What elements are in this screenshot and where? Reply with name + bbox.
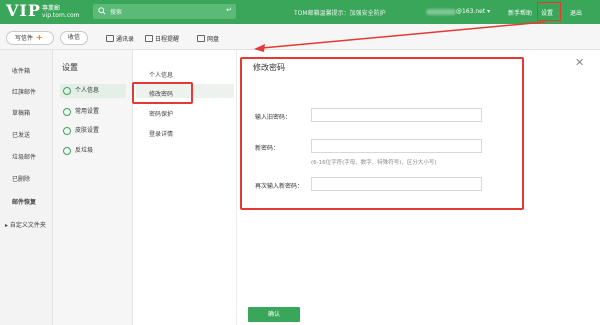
menu-anti-spam[interactable]: 反垃圾 xyxy=(60,144,126,158)
folder-custom[interactable]: ▸ 自定义文件夹 xyxy=(5,220,46,229)
vip-logo[interactable]: VIP 專業郵 vip.tom.com xyxy=(6,1,86,23)
folder-deleted[interactable]: 已删除 xyxy=(12,174,30,183)
close-icon[interactable]: ✕ xyxy=(575,56,584,69)
calendar-label: 日程提醒 xyxy=(155,36,180,43)
top-header: VIP 專業郵 vip.tom.com 搜索 ↵ TOM邮箱温馨提示：加强安全防… xyxy=(0,0,600,24)
header-notice[interactable]: TOM邮箱温馨提示：加强安全防护 xyxy=(294,8,386,17)
compose-button[interactable]: 写信件 + xyxy=(6,31,54,45)
contacts-label: 通讯录 xyxy=(116,36,135,43)
folder-flagged[interactable]: 红旗邮件 xyxy=(12,87,36,96)
account-suffix: @163.net ▾ xyxy=(456,8,491,15)
person-icon xyxy=(63,87,71,95)
folder-inbox[interactable]: 收件箱 xyxy=(12,66,30,75)
folder-recover[interactable]: 邮件恢复 xyxy=(12,197,36,206)
compose-label: 写信件 xyxy=(15,35,34,42)
shirt-icon xyxy=(63,127,71,135)
submenu-personal-info[interactable]: 个人信息 xyxy=(149,70,173,79)
shield-icon xyxy=(63,147,71,155)
folder-spam[interactable]: 垃圾邮件 xyxy=(12,152,36,161)
logo-cn-text: 專業郵 xyxy=(42,5,61,12)
enter-icon[interactable]: ↵ xyxy=(226,6,232,14)
receive-button[interactable]: 收信 xyxy=(60,31,88,45)
logo-url-text: vip.tom.com xyxy=(42,12,80,19)
account-menu[interactable]: @163.net ▾ xyxy=(426,8,490,15)
gear-icon xyxy=(63,108,71,116)
menu-skin-settings-label: 皮肤设置 xyxy=(75,127,100,134)
annotation-box-submenu xyxy=(132,82,193,104)
annotation-box-form xyxy=(240,57,524,210)
annotation-box-settings xyxy=(537,2,561,21)
menu-skin-settings[interactable]: 皮肤设置 xyxy=(60,124,126,138)
netdisk-tool[interactable]: 网盘 xyxy=(197,34,219,43)
contacts-tool[interactable]: 通讯录 xyxy=(106,34,134,43)
mail-toolbar: 写信件 + 收信 通讯录 日程提醒 网盘 xyxy=(0,24,600,50)
menu-personal-info-label: 个人信息 xyxy=(75,87,100,94)
search-icon xyxy=(98,7,106,15)
logout-link[interactable]: 退出 xyxy=(570,8,582,17)
calendar-tool[interactable]: 日程提醒 xyxy=(145,34,179,43)
netdisk-icon xyxy=(197,35,205,42)
search-placeholder: 搜索 xyxy=(110,9,123,16)
menu-personal-info[interactable]: 个人信息 xyxy=(60,84,126,98)
menu-common-settings-label: 常用设置 xyxy=(75,108,100,115)
folder-sidebar: 收件箱 红旗邮件 草稿箱 已发送 垃圾邮件 已删除 邮件恢复 ▸ 自定义文件夹 xyxy=(0,50,52,325)
confirm-button[interactable]: 确认 xyxy=(248,307,300,322)
contacts-icon xyxy=(106,35,114,42)
netdisk-label: 网盘 xyxy=(207,36,220,43)
search-input[interactable]: 搜索 ↵ xyxy=(93,4,236,19)
submenu-password-protection[interactable]: 密码保护 xyxy=(149,109,173,118)
help-link[interactable]: 新手帮助 xyxy=(508,8,532,17)
menu-common-settings[interactable]: 常用设置 xyxy=(60,105,126,119)
account-name-blurred xyxy=(426,8,456,15)
settings-title: 设置 xyxy=(62,63,78,72)
menu-anti-spam-label: 反垃圾 xyxy=(75,147,94,154)
plus-icon: + xyxy=(36,33,43,42)
settings-menu: 设置 个人信息 常用设置 皮肤设置 反垃圾 xyxy=(53,50,133,325)
submenu-login-details[interactable]: 登录详情 xyxy=(149,129,173,138)
folder-drafts[interactable]: 草稿箱 xyxy=(12,108,30,117)
logo-vip-text: VIP xyxy=(6,1,41,20)
folder-sent[interactable]: 已发送 xyxy=(12,130,30,139)
calendar-icon xyxy=(145,35,153,42)
